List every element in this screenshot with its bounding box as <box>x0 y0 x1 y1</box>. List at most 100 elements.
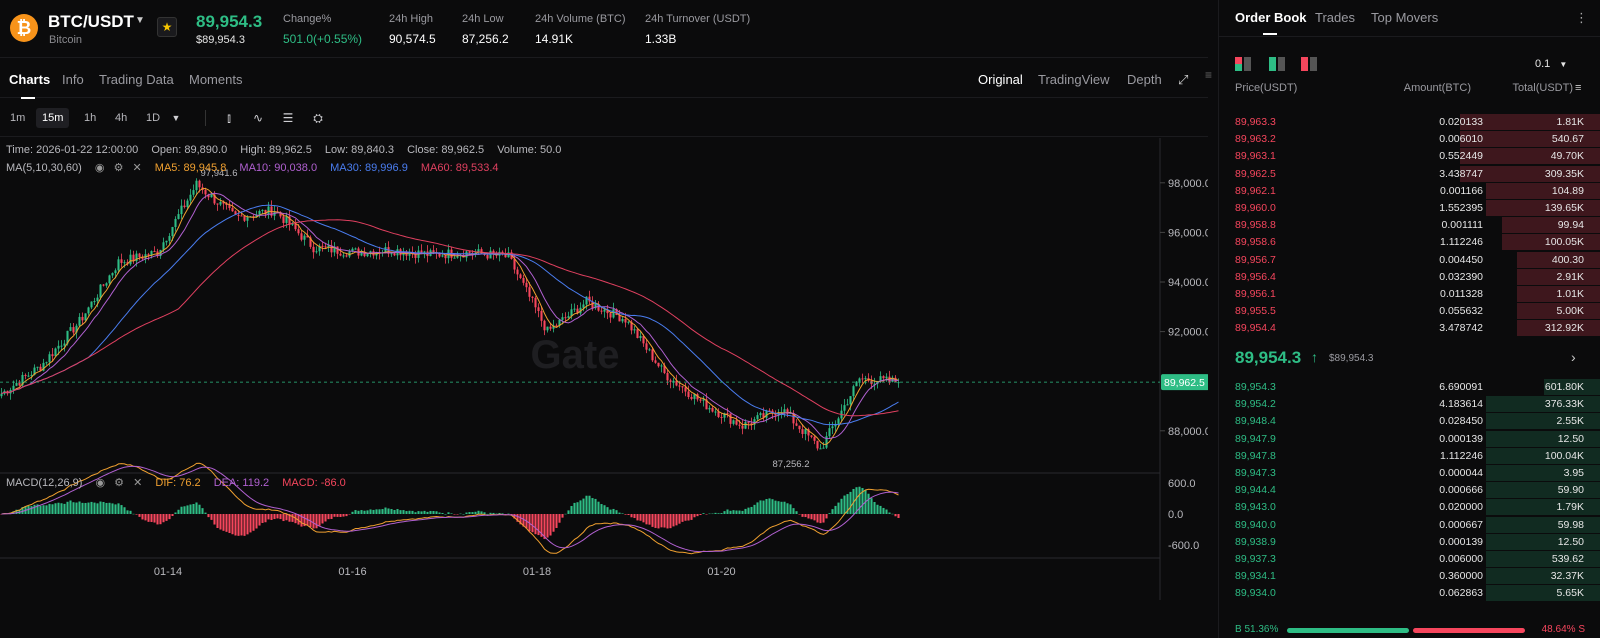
chart-settings-icon[interactable]: ⛭ <box>309 108 327 128</box>
view-tab-depth[interactable]: Depth <box>1127 72 1162 87</box>
macd-bar <box>321 514 324 524</box>
view-tab-tradingview[interactable]: TradingView <box>1038 72 1110 87</box>
settings-icon[interactable]: ⚙ <box>114 162 124 174</box>
close-icon[interactable]: ✕ <box>133 477 142 489</box>
bid-row[interactable]: 89,947.3 0.000044 3.95 <box>1219 465 1600 482</box>
header-total: Total(USDT) <box>1512 82 1573 94</box>
bid-row[interactable]: 89,937.3 0.006000 539.62 <box>1219 551 1600 568</box>
bid-row[interactable]: 89,934.1 0.360000 32.37K <box>1219 568 1600 585</box>
close-icon[interactable]: ✕ <box>133 162 142 174</box>
precision-select[interactable]: 0.1 ▼ <box>1535 58 1567 70</box>
ask-row[interactable]: 89,958.6 1.112246 100.05K <box>1219 234 1600 251</box>
bid-row[interactable]: 89,948.4 0.028450 2.55K <box>1219 413 1600 430</box>
tab-order-book[interactable]: Order Book <box>1235 10 1307 35</box>
macd-bar <box>93 502 96 514</box>
macd-bar <box>138 514 141 517</box>
candle-body <box>123 262 126 264</box>
candle-body <box>534 297 537 308</box>
bid-row[interactable]: 89,944.4 0.000666 59.90 <box>1219 482 1600 499</box>
macd-bar <box>690 514 693 520</box>
ask-row[interactable]: 89,962.1 0.001166 104.89 <box>1219 182 1600 200</box>
bid-row[interactable]: 89,940.0 0.000667 59.98 <box>1219 516 1600 534</box>
buy-sell-ratio: B 51.36% 48.64% S <box>1235 624 1585 636</box>
macd-bar <box>534 514 537 535</box>
tab-trades[interactable]: Trades <box>1315 10 1355 25</box>
bid-row[interactable]: 89,954.3 6.690091 601.80K <box>1219 379 1600 396</box>
chevron-down-icon[interactable]: ▼ <box>135 15 145 26</box>
row-total: 104.89 <box>1551 184 1584 197</box>
macd-bar <box>600 504 603 514</box>
row-total: 32.37K <box>1550 570 1584 583</box>
ask-row[interactable]: 89,956.4 0.032390 2.91K <box>1219 268 1600 286</box>
row-price: 89,956.7 <box>1235 253 1276 266</box>
toolbar-divider <box>205 110 206 126</box>
asks-only-view-icon[interactable] <box>1301 57 1317 71</box>
ask-row[interactable]: 89,963.3 0.020133 1.81K <box>1219 114 1600 131</box>
chevron-down-icon[interactable]: ▼ <box>167 108 185 128</box>
candle-body <box>243 215 246 221</box>
timeframe-1h[interactable]: 1h <box>78 108 102 128</box>
bid-row[interactable]: 89,938.9 0.000139 12.50 <box>1219 533 1600 551</box>
menu-icon[interactable]: ≡ <box>1205 68 1212 82</box>
pair-selector[interactable]: BTC/USDT <box>48 12 134 32</box>
macd-bar <box>312 514 315 529</box>
candle-body <box>633 329 636 331</box>
ask-row[interactable]: 89,963.2 0.006010 540.67 <box>1219 131 1600 148</box>
candle-body <box>732 420 735 424</box>
both-sides-view-icon[interactable] <box>1235 57 1251 71</box>
view-tab-original[interactable]: Original <box>978 72 1023 87</box>
ask-row[interactable]: 89,955.5 0.055632 5.00K <box>1219 303 1600 320</box>
bids-only-view-icon[interactable] <box>1269 57 1285 71</box>
ask-row[interactable]: 89,956.1 0.011328 1.01K <box>1219 286 1600 303</box>
ask-row[interactable]: 89,958.8 0.001111 99.94 <box>1219 217 1600 234</box>
candle-body <box>24 374 27 376</box>
settings-icon[interactable]: ⚙ <box>114 477 124 489</box>
bid-row[interactable]: 89,934.0 0.062863 5.65K <box>1219 585 1600 602</box>
candle-body <box>687 391 690 397</box>
candle-body <box>654 360 657 363</box>
candle-body <box>621 319 624 322</box>
ask-row[interactable]: 89,960.0 1.552395 139.65K <box>1219 200 1600 217</box>
ask-row[interactable]: 89,963.1 0.552449 49.70K <box>1219 148 1600 165</box>
tab-moments[interactable]: Moments <box>189 72 242 87</box>
timeframe-4h[interactable]: 4h <box>109 108 133 128</box>
timeframe-15m[interactable]: 15m <box>36 108 70 128</box>
favorite-star-icon[interactable]: ★ <box>157 17 177 37</box>
eye-icon[interactable]: ◉ <box>95 477 105 489</box>
timeframe-1d[interactable]: 1D <box>140 108 166 128</box>
bid-row[interactable]: 89,947.8 1.112246 100.04K <box>1219 447 1600 465</box>
bid-row[interactable]: 89,947.9 0.000139 12.50 <box>1219 430 1600 448</box>
macd-bar <box>765 499 768 514</box>
ask-row[interactable]: 89,954.4 3.478742 312.92K <box>1219 320 1600 337</box>
more-options-icon[interactable]: ⋮ <box>1575 10 1588 26</box>
macd-bar <box>597 501 600 514</box>
macd-bar <box>57 502 60 514</box>
row-price: 89,963.2 <box>1235 133 1276 146</box>
chevron-right-icon[interactable]: › <box>1571 349 1576 365</box>
macd-bar <box>345 514 348 517</box>
tab-info[interactable]: Info <box>62 72 84 87</box>
price-chart[interactable]: Gate 98,000.0 96,000.0 94,000.0 92,000.0 88,… <box>0 138 1208 618</box>
macd-bar <box>66 501 69 514</box>
macd-bar <box>105 502 108 514</box>
total-toggle-icon[interactable]: ≡ <box>1575 82 1581 94</box>
candle-body <box>666 373 669 381</box>
ask-row[interactable]: 89,956.7 0.004450 400.30 <box>1219 251 1600 269</box>
candle-body <box>15 383 18 386</box>
tab-trading-data[interactable]: Trading Data <box>99 72 174 87</box>
timeframe-1m[interactable]: 1m <box>4 108 31 128</box>
candle-body <box>315 251 318 253</box>
drawing-tools-icon[interactable]: ☰ <box>279 108 297 128</box>
tab-charts[interactable]: Charts <box>9 72 50 99</box>
row-amount: 1.552395 <box>1439 202 1483 214</box>
ask-row[interactable]: 89,962.5 3.438747 309.35K <box>1219 165 1600 183</box>
eye-icon[interactable]: ◉ <box>95 162 105 174</box>
candlestick-icon[interactable]: ⫾ <box>220 108 238 128</box>
tab-top-movers[interactable]: Top Movers <box>1371 10 1438 25</box>
indicator-icon[interactable]: ∿ <box>249 108 267 128</box>
bid-row[interactable]: 89,943.0 0.020000 1.79K <box>1219 499 1600 516</box>
bid-row[interactable]: 89,954.2 4.183614 376.33K <box>1219 396 1600 413</box>
fullscreen-icon[interactable]: ⤢ <box>1178 72 1188 88</box>
macd-bar <box>660 514 663 528</box>
candle-body <box>180 205 183 215</box>
